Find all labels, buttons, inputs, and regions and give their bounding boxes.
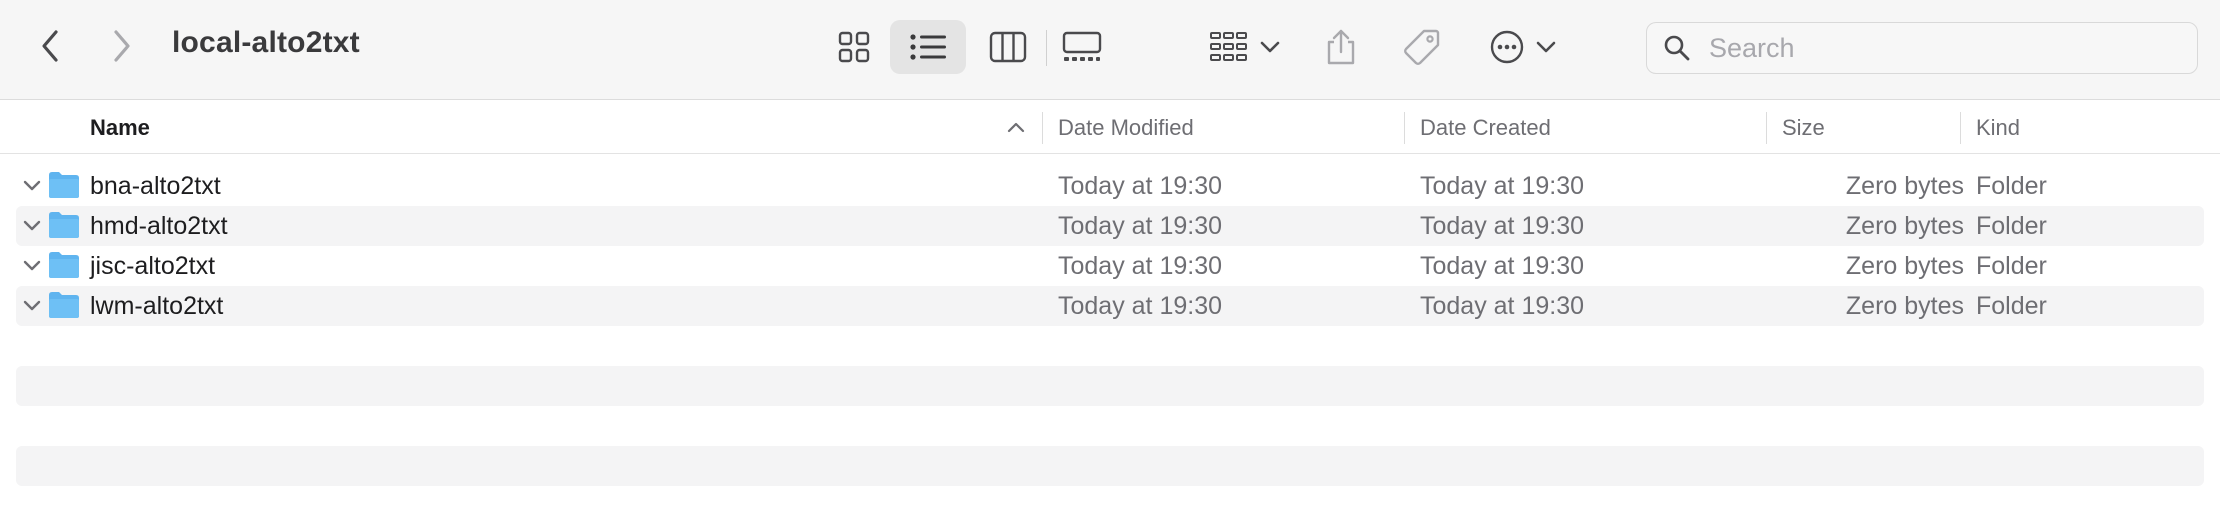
tag-icon — [1404, 29, 1440, 65]
column-divider[interactable] — [1960, 112, 1961, 144]
toolbar-divider — [1046, 30, 1047, 66]
date-created: Today at 19:30 — [1420, 212, 1585, 240]
date-created: Today at 19:30 — [1420, 292, 1585, 320]
chevron-down-icon — [1260, 41, 1280, 53]
columns-icon — [989, 31, 1027, 63]
file-size: Zero bytes — [1845, 172, 1964, 200]
file-kind: Folder — [1976, 252, 2047, 280]
list-icon — [910, 34, 946, 60]
column-view-button[interactable] — [978, 20, 1038, 74]
date-created: Today at 19:30 — [1420, 172, 1585, 200]
search-input[interactable] — [1707, 31, 2181, 65]
file-name: jisc-alto2txt — [90, 252, 216, 280]
file-size: Zero bytes — [1845, 212, 1964, 240]
disclosure-chevron-icon[interactable] — [20, 294, 44, 318]
chevron-down-icon — [1536, 41, 1556, 53]
disclosure-chevron-icon[interactable] — [20, 214, 44, 238]
icon-grid-icon — [838, 31, 870, 63]
share-icon — [1327, 29, 1355, 65]
chevron-left-icon — [42, 30, 58, 62]
column-header-date-modified[interactable]: Date Modified — [1058, 115, 1194, 141]
file-size: Zero bytes — [1845, 292, 1964, 320]
disclosure-chevron-icon[interactable] — [20, 174, 44, 198]
column-divider[interactable] — [1766, 112, 1767, 144]
toolbar: local-alto2txt — [0, 0, 2220, 100]
date-created: Today at 19:30 — [1420, 252, 1585, 280]
date-modified: Today at 19:30 — [1058, 292, 1223, 320]
column-header-name[interactable]: Name — [90, 115, 150, 141]
gallery-view-button[interactable] — [1052, 20, 1112, 74]
column-divider[interactable] — [1042, 112, 1043, 144]
more-actions-button[interactable] — [1478, 20, 1568, 74]
search-icon — [1664, 35, 1690, 61]
table-row[interactable]: hmd-alto2txt Today at 19:30 Today at 19:… — [16, 206, 2204, 246]
back-button[interactable] — [28, 24, 72, 68]
finder-window: local-alto2txt Search Name Date Modified… — [0, 0, 2220, 510]
chevron-right-icon — [114, 30, 130, 62]
file-kind: Folder — [1976, 212, 2047, 240]
icon-view-button[interactable] — [824, 20, 884, 74]
group-button[interactable] — [1200, 20, 1290, 74]
folder-icon — [49, 172, 79, 198]
search-field[interactable] — [1646, 22, 2198, 74]
sort-ascending-icon[interactable] — [1006, 120, 1026, 134]
column-header-date-created[interactable]: Date Created — [1420, 115, 1551, 141]
column-header-kind[interactable]: Kind — [1976, 115, 2020, 141]
file-kind: Folder — [1976, 292, 2047, 320]
folder-icon — [49, 212, 79, 238]
table-row[interactable]: lwm-alto2txt Today at 19:30 Today at 19:… — [16, 286, 2204, 326]
column-header: Name Date Modified Date Created Size Kin… — [0, 100, 2220, 154]
column-divider[interactable] — [1404, 112, 1405, 144]
table-row[interactable]: jisc-alto2txt Today at 19:30 Today at 19… — [16, 246, 2204, 286]
gallery-icon — [1062, 31, 1102, 61]
file-name: bna-alto2txt — [90, 172, 221, 200]
window-title: local-alto2txt — [172, 26, 360, 59]
tag-button[interactable] — [1392, 20, 1452, 74]
disclosure-chevron-icon[interactable] — [20, 254, 44, 278]
list-view-button[interactable] — [890, 20, 966, 74]
file-size: Zero bytes — [1845, 252, 1964, 280]
empty-row-stripe — [16, 446, 2204, 486]
ellipsis-circle-icon — [1490, 30, 1524, 64]
column-header-size[interactable]: Size — [1782, 115, 1825, 141]
file-name: hmd-alto2txt — [90, 212, 228, 240]
folder-icon — [49, 252, 79, 278]
file-name: lwm-alto2txt — [90, 292, 224, 320]
date-modified: Today at 19:30 — [1058, 212, 1223, 240]
date-modified: Today at 19:30 — [1058, 252, 1223, 280]
file-kind: Folder — [1976, 172, 2047, 200]
empty-row-stripe — [16, 366, 2204, 406]
forward-button[interactable] — [100, 24, 144, 68]
folder-icon — [49, 292, 79, 318]
group-grid-icon — [1210, 32, 1247, 61]
table-row[interactable]: bna-alto2txt Today at 19:30 Today at 19:… — [16, 166, 2204, 206]
date-modified: Today at 19:30 — [1058, 172, 1223, 200]
share-button[interactable] — [1316, 20, 1366, 74]
